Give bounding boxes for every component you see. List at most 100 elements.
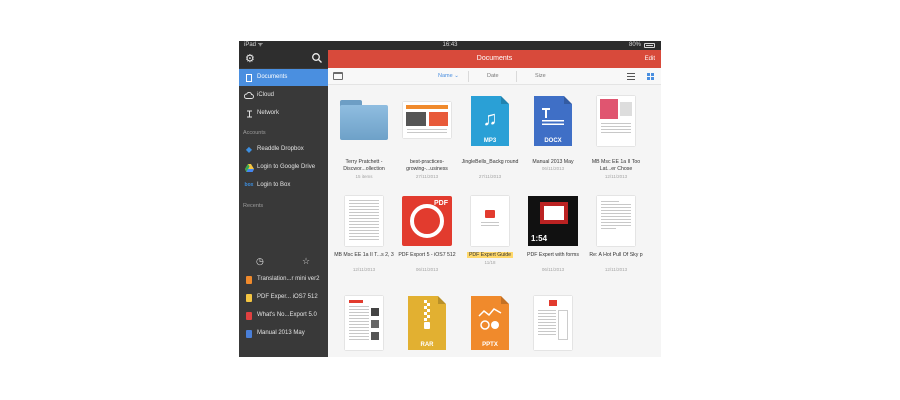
sort-toolbar: Name ⌄ Date Size [328, 68, 661, 85]
sidebar-header: ⚙ [239, 50, 328, 68]
file-name: Manual 2013 May [532, 159, 574, 165]
sidebar-item-label: Documents [257, 74, 288, 80]
grid-view-icon[interactable] [647, 73, 654, 80]
file-tile[interactable]: PPTX [459, 292, 521, 357]
file-type-label: DOCX [544, 138, 562, 144]
recent-item-label: Manual 2013 May [257, 330, 305, 336]
file-icon [244, 271, 254, 288]
music-note-icon: ♫ [482, 108, 498, 130]
status-bar: iPad ᯤ 16:43 80% [239, 41, 661, 50]
video-duration: 1:54 [531, 234, 548, 243]
file-meta: 12/11/2013 [352, 267, 376, 272]
file-type-label: RAR [420, 342, 434, 348]
file-tile[interactable]: RAR [396, 292, 458, 357]
file-meta: 12/11/2013 [604, 267, 628, 272]
page-title: Documents [476, 55, 513, 62]
document-thumbnail [597, 196, 635, 246]
document-thumbnail [471, 196, 509, 246]
sidebar-item-label: Readdle Dropbox [257, 146, 304, 152]
document-thumbnail [534, 296, 572, 350]
pptx-file-icon: PPTX [471, 296, 509, 350]
document-thumbnail [403, 102, 451, 138]
clock-icon[interactable]: ◷ [256, 256, 264, 267]
accounts-header: Accounts [243, 130, 266, 136]
sidebar-item-label: iCloud [257, 92, 275, 98]
file-tile[interactable]: PDF Expert Guide 11/18 [459, 192, 521, 282]
sidebar-item-box[interactable]: box Login to Box [239, 177, 328, 194]
file-name: MB Msc EE 1a II T...s 2, 3 [334, 252, 394, 258]
file-tile[interactable]: Terry Pratchett - Discwor...ollection 15… [333, 92, 395, 182]
network-icon [244, 105, 254, 122]
sidebar-item-label: Login to Google Drive [257, 164, 316, 170]
folder-icon [340, 100, 388, 140]
file-name: Terry Pratchett - Discwor...ollection [343, 159, 385, 172]
pdf-app-icon: PDF [402, 196, 452, 246]
file-meta: 27/11/2013 [415, 174, 439, 179]
sidebar: ⚙ Documents iCloud Network Accounts ◆ Re… [239, 50, 328, 357]
file-icon [244, 289, 254, 306]
file-tile[interactable]: DOCX Manual 2013 May 06/11/2013 [522, 92, 584, 182]
sort-by-size[interactable]: Size [535, 68, 546, 85]
recent-item[interactable]: Translation...r mini ver2 [239, 271, 328, 288]
box-icon: box [244, 182, 254, 188]
gear-icon[interactable]: ⚙ [245, 53, 255, 65]
sidebar-item-network[interactable]: Network [239, 105, 328, 122]
document-thumbnail [345, 296, 383, 350]
new-folder-icon[interactable] [333, 72, 343, 80]
file-name: MB Msc EE 1a II Too Lat...er Chose [591, 159, 641, 172]
file-name: PDF Export 5 - iOS7 512 [398, 252, 456, 258]
file-tile[interactable]: PDF PDF Export 5 - iOS7 512 06/11/2013 [396, 192, 458, 282]
file-name: PDF Expert with forms [527, 252, 579, 258]
document-thumbnail [345, 196, 383, 246]
file-icon [244, 307, 254, 324]
video-thumbnail: 1:54 [528, 196, 578, 246]
sort-by-name[interactable]: Name ⌄ [438, 68, 459, 85]
file-tile[interactable]: best-practices-growing-...usiness 27/11/… [396, 92, 458, 182]
edit-button[interactable]: Edit [645, 50, 655, 68]
mp3-file-icon: ♫ MP3 [471, 96, 509, 146]
document-icon [244, 69, 254, 86]
star-icon[interactable]: ☆ [302, 256, 310, 267]
sidebar-item-documents[interactable]: Documents [239, 69, 328, 86]
file-name: JingleBells_Backg round [461, 159, 519, 165]
file-meta: 06/11/2013 [415, 267, 439, 272]
sidebar-item-icloud[interactable]: iCloud [239, 87, 328, 104]
list-view-icon[interactable] [627, 73, 635, 80]
rar-file-icon: RAR [408, 296, 446, 350]
file-type-label: MP3 [483, 138, 497, 144]
file-name: best-practices-growing-...usiness [406, 159, 448, 172]
google-drive-icon [244, 159, 254, 176]
cloud-icon [244, 87, 254, 104]
battery-icon [644, 43, 655, 48]
sidebar-item-dropbox[interactable]: ◆ Readdle Dropbox [239, 141, 328, 158]
sidebar-item-label: Login to Box [257, 182, 291, 188]
file-icon [244, 325, 254, 342]
file-tile[interactable]: MB Msc EE 1a II T...s 2, 3 12/11/2013 [333, 192, 395, 282]
document-thumbnail [597, 96, 635, 146]
file-tile[interactable]: MB Msc EE 1a II Too Lat...er Chose 12/11… [585, 92, 647, 182]
file-type-label: PDF [434, 200, 448, 207]
file-tile[interactable]: Re: A Hot Pull Of Sky p 12/11/2013 [585, 192, 647, 282]
sidebar-item-google-drive[interactable]: Login to Google Drive [239, 159, 328, 176]
text-lines-icon [534, 106, 572, 131]
file-name: PDF Expert Guide [459, 252, 521, 259]
main-panel: Documents Edit Name ⌄ Date Size Terry Pr… [328, 50, 661, 357]
file-tile[interactable]: 1:54 PDF Expert with forms 06/11/2013 [522, 192, 584, 282]
recent-item[interactable]: PDF Exper... iOS7 512 [239, 289, 328, 306]
file-tile[interactable]: ♫ MP3 JingleBells_Backg round 27/11/2013 [459, 92, 521, 182]
docx-file-icon: DOCX [534, 96, 572, 146]
file-meta: 15 items [355, 174, 373, 179]
sort-by-date[interactable]: Date [487, 68, 499, 85]
file-meta: 27/11/2013 [478, 174, 502, 179]
battery-percent: 80% [628, 42, 641, 48]
divider [516, 71, 517, 82]
recent-item[interactable]: Manual 2013 May [239, 325, 328, 342]
recent-item[interactable]: What's No...Export 5.0 [239, 307, 328, 324]
file-tile[interactable] [333, 292, 395, 357]
clock-label: 16:43 [442, 42, 458, 48]
navigation-bar: Documents Edit [328, 50, 661, 68]
file-meta: 06/11/2013 [541, 166, 565, 171]
search-icon[interactable] [311, 52, 323, 64]
file-tile[interactable] [522, 292, 584, 357]
sidebar-item-label: Network [257, 110, 280, 116]
